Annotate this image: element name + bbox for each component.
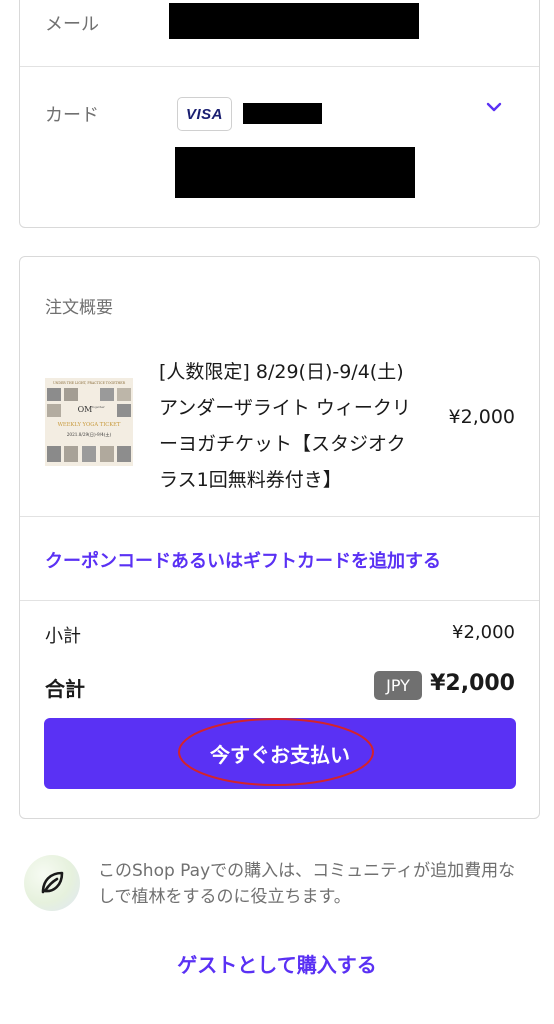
- guest-checkout-label: ゲストとして購入する: [177, 953, 377, 977]
- thumbnail-banner-text: UNDER THE LIGHT, PRACTICE TOGETHER: [53, 381, 126, 385]
- divider: [20, 66, 539, 67]
- visa-card-icon: VISA: [177, 97, 232, 131]
- leaf-icon: [41, 871, 64, 894]
- total-label: 合計: [45, 677, 85, 701]
- product-thumbnail: UNDER THE LIGHT, PRACTICE TOGETHER OM To…: [45, 378, 133, 466]
- currency-badge: JPY: [374, 671, 422, 700]
- add-coupon-link[interactable]: クーポンコードあるいはギフトカードを追加する: [45, 547, 441, 573]
- thumbnail-title: WEEKLY YOGA TICKET: [58, 422, 121, 428]
- subtotal-label: 小計: [45, 626, 81, 647]
- redacted-email: [169, 3, 419, 39]
- thumbnail-logo: OM: [78, 405, 93, 414]
- order-summary-card: 注文概要 UNDER THE LIGHT, PRACTICE TOGETHER …: [19, 256, 540, 819]
- subtotal-value: ¥2,000: [452, 622, 515, 643]
- chevron-down-icon[interactable]: [484, 97, 504, 117]
- pay-now-label: 今すぐお支払い: [210, 743, 350, 767]
- redacted-card-number: [243, 103, 322, 124]
- pay-now-button[interactable]: 今すぐお支払い: [44, 718, 516, 789]
- payment-details-card: メール カード VISA: [19, 0, 540, 228]
- product-price: ¥2,000: [448, 406, 515, 428]
- total-value: ¥2,000: [430, 671, 515, 696]
- shop-pay-note: このShop Payでの購入は、コミュニティが追加費用なしで植林をするのに役立ち…: [98, 861, 516, 907]
- product-title: [人数限定] 8/29(日)-9/4(土) アンダーザライト ウィークリーヨガチ…: [159, 361, 411, 491]
- thumbnail-dates: 2021.8/29(日)-9/4(土): [67, 431, 112, 438]
- divider: [20, 600, 539, 601]
- redacted-card-details: [175, 147, 415, 198]
- leaf-icon-badge: [24, 855, 80, 911]
- guest-checkout-link[interactable]: ゲストとして購入する: [0, 949, 554, 978]
- order-summary-heading: 注文概要: [45, 298, 113, 318]
- thumbnail-logo-sub: Together: [91, 405, 105, 409]
- card-label: カード: [45, 105, 99, 126]
- email-label: メール: [45, 14, 99, 35]
- divider: [20, 516, 539, 517]
